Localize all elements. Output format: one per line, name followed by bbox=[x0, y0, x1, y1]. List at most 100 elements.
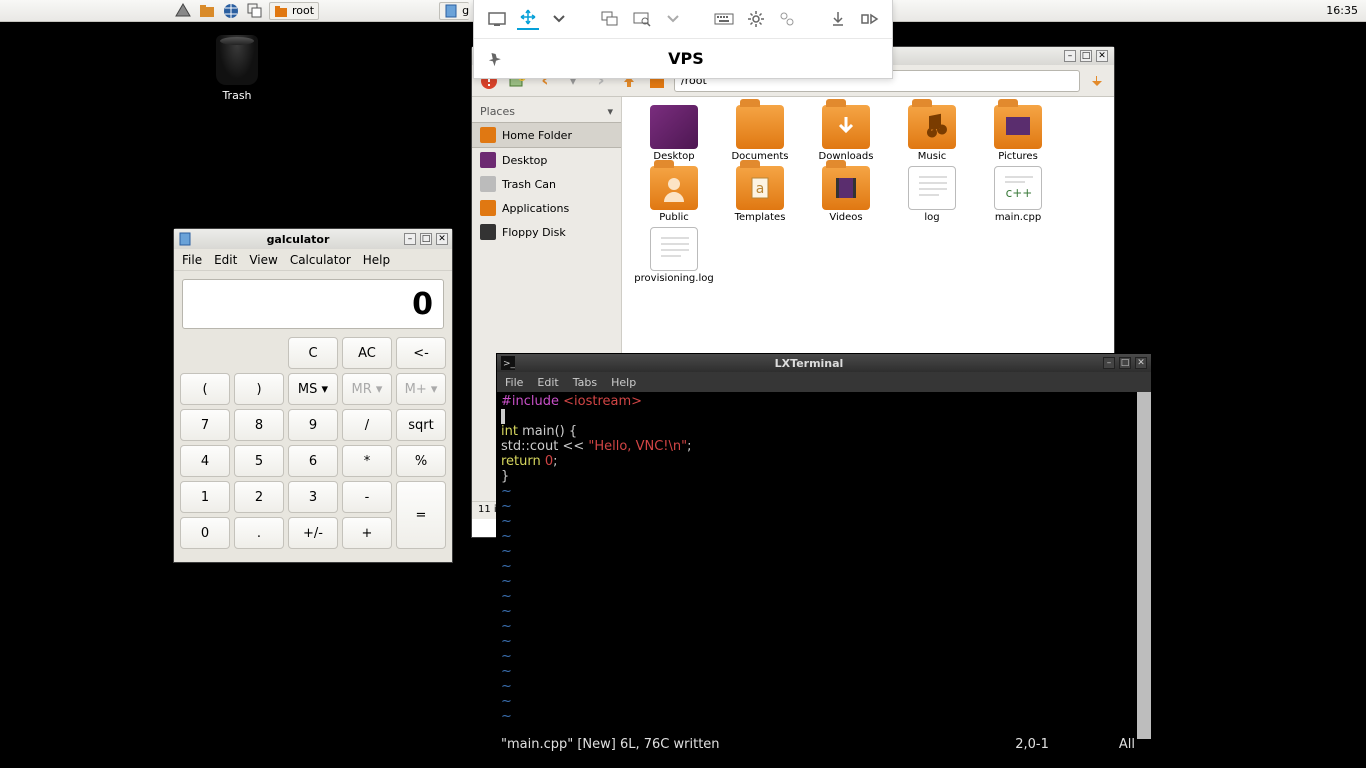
folder-downloads[interactable]: Downloads bbox=[806, 105, 886, 162]
minimize-button[interactable]: – bbox=[1064, 50, 1076, 62]
minimize-button[interactable]: – bbox=[404, 233, 416, 245]
folder-music[interactable]: Music bbox=[892, 105, 972, 162]
places-header[interactable]: Places▾ bbox=[472, 101, 621, 122]
minimize-button[interactable]: – bbox=[1103, 357, 1115, 369]
folder-documents[interactable]: Documents bbox=[720, 105, 800, 162]
folder-public[interactable]: Public bbox=[634, 166, 714, 223]
go-button[interactable] bbox=[1086, 70, 1108, 92]
btn-8[interactable]: 8 bbox=[234, 409, 284, 441]
sidebar-item-trash[interactable]: Trash Can bbox=[472, 172, 621, 196]
vnc-session-icon[interactable] bbox=[486, 8, 507, 30]
download-icon[interactable] bbox=[827, 8, 848, 30]
menu-help[interactable]: Help bbox=[363, 253, 390, 267]
btn-1[interactable]: 1 bbox=[180, 481, 230, 513]
vnc-drag-icon[interactable] bbox=[517, 8, 538, 30]
menu-view[interactable]: View bbox=[249, 253, 277, 267]
btn-ac[interactable]: AC bbox=[342, 337, 392, 369]
calculator-display: 0 bbox=[182, 279, 444, 329]
windows-overview-icon[interactable] bbox=[245, 1, 265, 21]
menu-edit[interactable]: Edit bbox=[537, 376, 558, 389]
menu-calculator[interactable]: Calculator bbox=[290, 253, 351, 267]
btn-neg[interactable]: +/- bbox=[288, 517, 338, 549]
btn-4[interactable]: 4 bbox=[180, 445, 230, 477]
keyboard-icon[interactable] bbox=[714, 8, 735, 30]
btn-6[interactable]: 6 bbox=[288, 445, 338, 477]
file-main-cpp[interactable]: c++main.cpp bbox=[978, 166, 1058, 223]
window-titlebar[interactable]: >_ LXTerminal – □ ✕ bbox=[497, 354, 1151, 372]
taskbar-app-label: g bbox=[462, 4, 469, 17]
btn-div[interactable]: / bbox=[342, 409, 392, 441]
sidebar-item-home[interactable]: Home Folder bbox=[472, 122, 621, 148]
btn-eq[interactable]: = bbox=[396, 481, 446, 549]
apps-icon bbox=[480, 200, 496, 216]
menu-file[interactable]: File bbox=[505, 376, 523, 389]
desktop-trash[interactable]: Trash bbox=[202, 35, 272, 102]
folder-icon bbox=[736, 105, 784, 149]
btn-plus[interactable]: + bbox=[342, 517, 392, 549]
sidebar-item-applications[interactable]: Applications bbox=[472, 196, 621, 220]
file-manager-launcher-icon[interactable] bbox=[197, 1, 217, 21]
btn-3[interactable]: 3 bbox=[288, 481, 338, 513]
close-button[interactable]: ✕ bbox=[436, 233, 448, 245]
sidebar-item-desktop[interactable]: Desktop bbox=[472, 148, 621, 172]
btn-dot[interactable]: . bbox=[234, 517, 284, 549]
btn-back[interactable]: <- bbox=[396, 337, 446, 369]
menu-edit[interactable]: Edit bbox=[214, 253, 237, 267]
file-log[interactable]: log bbox=[892, 166, 972, 223]
chevron-down-icon[interactable] bbox=[663, 8, 684, 30]
folder-icon bbox=[650, 166, 698, 210]
taskbar-app-root[interactable]: root bbox=[269, 2, 319, 20]
btn-ms[interactable]: MS ▾ bbox=[288, 373, 338, 405]
btn-mr[interactable]: MR ▾ bbox=[342, 373, 392, 405]
btn-minus[interactable]: - bbox=[342, 481, 392, 513]
btn-9[interactable]: 9 bbox=[288, 409, 338, 441]
btn-5[interactable]: 5 bbox=[234, 445, 284, 477]
btn-mplus[interactable]: M+ ▾ bbox=[396, 373, 446, 405]
scrollbar[interactable] bbox=[1137, 392, 1151, 739]
sidebar-item-floppy[interactable]: Floppy Disk bbox=[472, 220, 621, 244]
gear-icon[interactable] bbox=[745, 8, 766, 30]
menu-tabs[interactable]: Tabs bbox=[573, 376, 597, 389]
taskbar-app-galculator[interactable]: g bbox=[439, 2, 469, 20]
maximize-button[interactable]: □ bbox=[1080, 50, 1092, 62]
maximize-button[interactable]: □ bbox=[1119, 357, 1131, 369]
terminal-window: >_ LXTerminal – □ ✕ File Edit Tabs Help … bbox=[496, 353, 1152, 755]
trash-icon bbox=[480, 176, 496, 192]
start-menu-icon[interactable] bbox=[173, 1, 193, 21]
btn-0[interactable]: 0 bbox=[180, 517, 230, 549]
btn-7[interactable]: 7 bbox=[180, 409, 230, 441]
svg-text:c++: c++ bbox=[1006, 186, 1033, 200]
vnc-windows-icon[interactable] bbox=[600, 8, 621, 30]
browser-launcher-icon[interactable] bbox=[221, 1, 241, 21]
close-button[interactable]: ✕ bbox=[1135, 357, 1147, 369]
btn-pct[interactable]: % bbox=[396, 445, 446, 477]
folder-pictures[interactable]: Pictures bbox=[978, 105, 1058, 162]
pin-icon[interactable] bbox=[484, 48, 506, 70]
folder-desktop[interactable]: Desktop bbox=[634, 105, 714, 162]
btn-rparen[interactable]: ) bbox=[234, 373, 284, 405]
terminal-content[interactable]: #include <iostream> int main() { std::co… bbox=[497, 392, 1151, 754]
window-titlebar[interactable]: galculator – □ ✕ bbox=[174, 229, 452, 249]
file-provisioning-log[interactable]: provisioning.log bbox=[634, 227, 714, 284]
btn-c[interactable]: C bbox=[288, 337, 338, 369]
cpp-file-icon: c++ bbox=[994, 166, 1042, 210]
chevron-down-icon[interactable] bbox=[549, 8, 570, 30]
btn-lparen[interactable]: ( bbox=[180, 373, 230, 405]
terminal-icon: >_ bbox=[501, 356, 515, 370]
folder-icon bbox=[822, 105, 870, 149]
btn-mul[interactable]: * bbox=[342, 445, 392, 477]
svg-text:a: a bbox=[756, 181, 765, 197]
menu-help[interactable]: Help bbox=[611, 376, 636, 389]
scrollbar-thumb[interactable] bbox=[1137, 392, 1151, 739]
vnc-zoom-icon[interactable] bbox=[631, 8, 652, 30]
btn-2[interactable]: 2 bbox=[234, 481, 284, 513]
disconnect-icon[interactable] bbox=[859, 8, 880, 30]
maximize-button[interactable]: □ bbox=[420, 233, 432, 245]
folder-templates[interactable]: aTemplates bbox=[720, 166, 800, 223]
menu-file[interactable]: File bbox=[182, 253, 202, 267]
folder-videos[interactable]: Videos bbox=[806, 166, 886, 223]
window-title: LXTerminal bbox=[519, 357, 1099, 370]
gears-small-icon[interactable] bbox=[776, 8, 797, 30]
btn-sqrt[interactable]: sqrt bbox=[396, 409, 446, 441]
close-button[interactable]: ✕ bbox=[1096, 50, 1108, 62]
